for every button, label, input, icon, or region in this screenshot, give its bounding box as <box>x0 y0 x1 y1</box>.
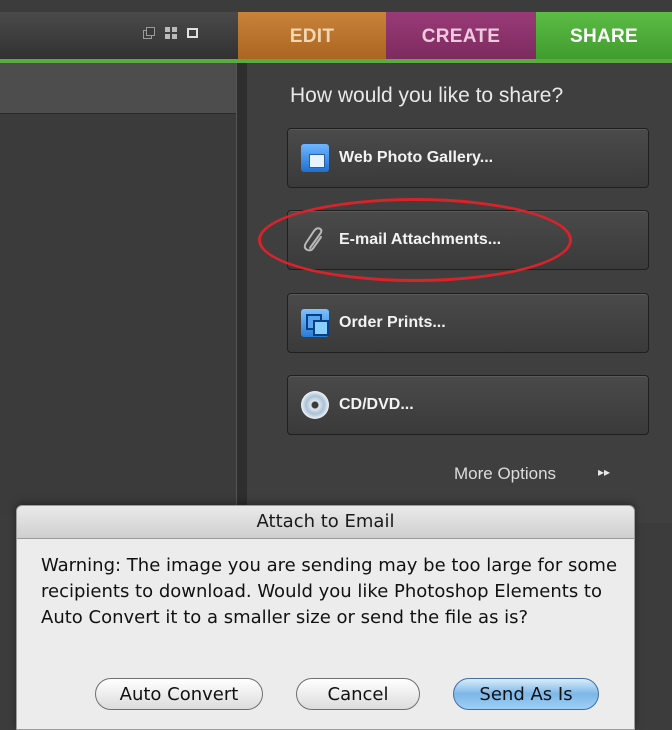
panel-divider[interactable] <box>236 63 247 523</box>
web-gallery-icon <box>301 144 329 172</box>
order-prints-label: Order Prints... <box>339 314 446 331</box>
order-prints-button[interactable]: Order Prints... <box>287 293 649 353</box>
tab-share[interactable]: SHARE <box>536 12 672 62</box>
grid-view-icon[interactable] <box>165 27 177 39</box>
auto-convert-button[interactable]: Auto Convert <box>95 678 263 710</box>
left-panel-header <box>0 63 236 114</box>
send-as-is-button[interactable]: Send As Is <box>453 678 599 710</box>
dialog-message: Warning: The image you are sending may b… <box>41 555 618 628</box>
disc-icon <box>301 391 329 419</box>
cd-dvd-label: CD/DVD... <box>339 396 414 413</box>
cd-dvd-button[interactable]: CD/DVD... <box>287 375 649 435</box>
cancel-button[interactable]: Cancel <box>296 678 420 710</box>
tab-create[interactable]: CREATE <box>386 12 536 62</box>
single-view-icon[interactable] <box>187 28 198 38</box>
more-options-arrow-icon[interactable]: ▸▸ <box>598 465 610 479</box>
attach-to-email-dialog: Attach to Email Warning: The image you a… <box>16 505 635 730</box>
web-photo-gallery-button[interactable]: Web Photo Gallery... <box>287 128 649 188</box>
stack-view-icon[interactable] <box>143 27 155 39</box>
tab-edit[interactable]: EDIT <box>238 12 386 62</box>
left-panel <box>0 114 236 514</box>
dialog-title: Attach to Email <box>17 506 634 539</box>
view-mode-icons <box>143 26 198 40</box>
more-options-link[interactable]: More Options <box>454 464 556 484</box>
web-photo-gallery-label: Web Photo Gallery... <box>339 149 494 166</box>
highlight-ellipse <box>258 198 572 282</box>
prints-icon <box>301 309 329 337</box>
share-panel-title: How would you like to share? <box>290 84 564 107</box>
